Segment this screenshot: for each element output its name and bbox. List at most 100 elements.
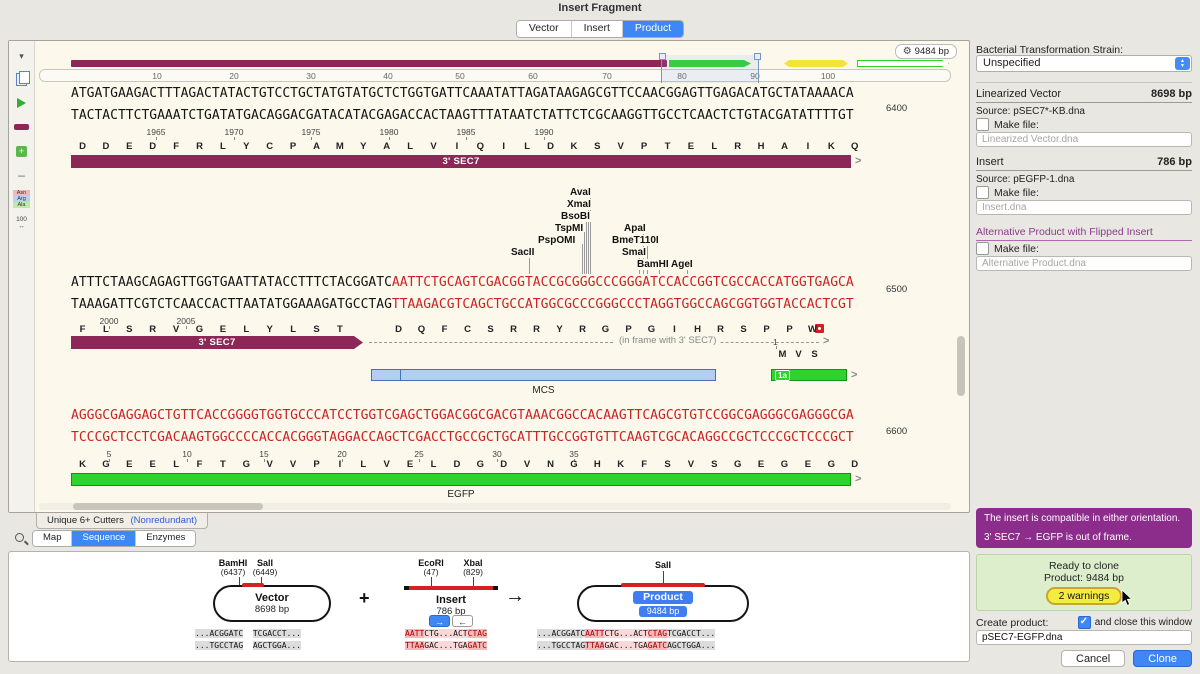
amino-acid: S [479,324,502,335]
aa-style-ala: Ala [13,202,30,208]
sequence-size-pill[interactable]: ⚙ 9484 bp [895,44,957,59]
amino-acid: D [387,324,410,335]
product-filename-input[interactable] [976,630,1192,645]
product-insert-segment [621,583,705,587]
insert-orientation-reverse-button[interactable]: ← [452,615,473,627]
tab-product[interactable]: Product [623,21,683,37]
amino-acid: L [516,141,539,152]
insert-header: Insert786 bp [976,156,1192,171]
dna-top-strand[interactable]: ATGATGAAGACTTTAGACTATACTGTCCTGCTATGTATGC… [71,87,854,101]
alt-filename-input[interactable] [976,256,1192,271]
minimap-sec7-feature[interactable] [71,60,667,67]
amino-acid: R [709,324,732,335]
product-junction-sequences: ...ACGGATCAATTCTG...ACTCTAGTCGACCT......… [537,628,715,652]
snippet-segment: AATT [585,629,604,638]
amino-acid: D [843,459,866,470]
copy-tool-button[interactable] [11,69,32,89]
amino-acid: F [433,324,456,335]
tooltip-line-1: The insert is compatible in either orien… [984,513,1184,524]
insert-filename-input[interactable] [976,200,1192,215]
close-window-label: and close this window [1095,617,1192,628]
forward-strand-button[interactable] [11,93,32,113]
mcs-divider [400,370,401,380]
amino-acid: T [211,459,234,470]
vertical-scrollbar-thumb[interactable] [957,336,965,396]
hscroll-thumb[interactable] [73,503,263,510]
enzyme-label-smai[interactable]: SmaI [621,247,647,258]
warnings-button[interactable]: 2 warnings [1046,587,1123,605]
dna-top-strand[interactable]: ATTTCTAAGCAGAGTTGGTGAATTATACCTTTCTACGGAT… [71,276,854,290]
select-stepper-icon: ▲▼ [1175,57,1190,70]
cloning-diagram-panel: BamHI (6437) SalI (6449) Vector 8698 bp … [8,551,970,662]
alt-make-file-checkbox[interactable] [976,242,989,255]
amino-acid: V [165,324,188,335]
product-size-badge: 9484 bp [639,606,687,617]
tab-enzymes[interactable]: Enzymes [136,531,195,546]
amino-acid: E [796,459,819,470]
make-file-label: Make file: [994,119,1039,131]
tooltip-line-2: 3' SEC7 → EGFP is out of frame. [984,532,1184,543]
amino-acid: M [328,141,351,152]
zoom-search-button[interactable] [14,532,28,546]
tab-sequence[interactable]: Sequence [72,531,136,546]
amino-acid: Q [469,141,492,152]
nonredundant-link[interactable]: (Nonredundant) [130,515,197,526]
close-window-checkbox[interactable] [1078,616,1091,629]
amino-acid: P [778,324,801,335]
dna-top-strand[interactable]: AGGGCGAGGAGCTGTTCACCGGGGTGGTGCCCATCCTGGT… [71,409,854,423]
horizontal-scrollbar[interactable] [39,503,951,510]
vector-make-file-row: Make file: [976,118,1192,131]
overview-ruler[interactable]: 102030405060708090100 [39,69,951,82]
mouse-cursor-icon [1121,590,1133,610]
amino-acid: P [755,324,778,335]
vector-filename-input[interactable] [976,132,1192,147]
insert-make-file-checkbox[interactable] [976,186,989,199]
enzyme-label-bsobi[interactable]: BsoBI [560,211,591,222]
enzyme-label-xmai[interactable]: XmaI [566,199,592,210]
dna-bottom-strand[interactable]: TAAAGATTCGTCTCAACCACTTAATATGGAAAGATGCCTA… [71,298,854,312]
amino-acid: H [586,459,609,470]
minimap-yellow-feature[interactable] [784,60,848,67]
amino-acid: W [801,324,824,335]
strain-select[interactable]: Unspecified ▲▼ [976,55,1192,72]
unique-cutters-tab[interactable]: Unique 6+ Cutters (Nonredundant) [36,513,208,529]
dna-bottom-strand[interactable]: TCCCGCTCCTCGACAAGTGGCCCCACCACGGGTAGGACCA… [71,431,854,445]
enzyme-label-bmet110i[interactable]: BmeT110I [611,235,660,246]
insert-fragment-bar[interactable] [409,586,493,590]
dna-bottom-strand[interactable]: TACTACTTCTGAAATCTGATATGACAGGACGATACATACG… [71,109,854,123]
feature-egfp[interactable] [71,473,851,486]
tab-insert[interactable]: Insert [572,21,623,37]
minimap-view-selection[interactable] [661,55,759,83]
numbering-tool-button[interactable]: 100↔ [11,213,32,233]
vector-make-file-checkbox[interactable] [976,118,989,131]
enzyme-label-apai[interactable]: ApaI [623,223,647,234]
linearized-vector-header: Linearized Vector8698 bp [976,88,1192,103]
feature-3-sec7[interactable]: 3' SEC7 [71,155,851,168]
feature-mcs[interactable] [371,369,716,381]
enzyme-label-pspomi[interactable]: PspOMI [537,235,576,246]
create-product-row: Create product: and close this window [976,616,1192,629]
feature-3-sec7-arrow[interactable]: 3' SEC7 [71,336,363,349]
amino-acid: G [640,324,663,335]
feature-display-button[interactable] [11,117,32,137]
cancel-button[interactable]: Cancel [1061,650,1125,667]
amino-acid-style-button[interactable]: Asn Arg Ala [11,189,32,209]
translation-options-button[interactable] [11,141,32,161]
enzyme-label-tspmi[interactable]: TspMI [554,223,584,234]
tab-vector[interactable]: Vector [517,21,572,37]
clone-button[interactable]: Clone [1133,650,1192,667]
enzyme-label-bamhi[interactable]: BamHI [636,259,670,270]
toolbar-caret-button[interactable] [11,45,32,65]
minimap-outline-feature[interactable] [857,60,949,67]
enzyme-label-sacii[interactable]: SacII [510,247,535,258]
feature-egfp-start[interactable]: 1a [771,369,847,381]
enzyme-label-agei[interactable]: AgeI [670,259,694,270]
position-tick: 1975 [295,127,327,137]
enzyme-cut-line [584,232,585,274]
enzyme-label-avai[interactable]: AvaI [569,187,592,198]
green-arrow-icon [17,98,26,108]
insert-orientation-forward-button[interactable]: → [429,615,450,627]
position-margin-label: 6600 [886,426,907,437]
tab-map[interactable]: Map [33,531,72,546]
separator-tool-button[interactable] [11,165,32,185]
